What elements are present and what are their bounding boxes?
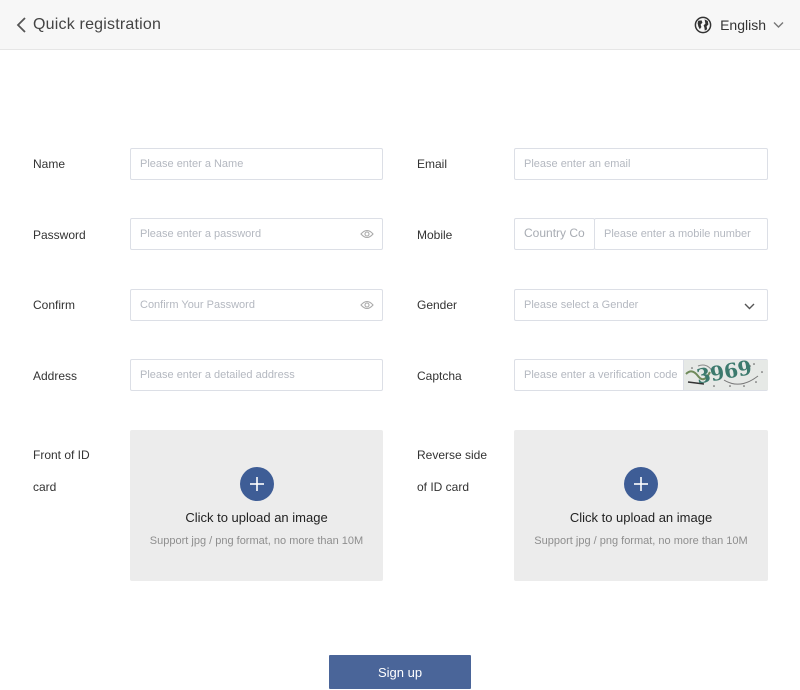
name-label: Name [33, 157, 66, 171]
upload-hint: Support jpg / png format, no more than 1… [534, 535, 748, 547]
language-label: English [720, 17, 766, 33]
upload-text: Click to upload an image [185, 510, 328, 525]
upload-text: Click to upload an image [569, 510, 713, 525]
back-button[interactable]: Quick registration [16, 12, 161, 38]
mobile-label: Mobile [417, 228, 453, 242]
confirm-field-box [130, 289, 383, 321]
id-back-label-line2: of ID card [417, 480, 470, 494]
id-front-label-line2: card [33, 480, 57, 494]
globe-icon [694, 16, 712, 34]
password-input[interactable] [131, 219, 382, 249]
captcha-image[interactable]: 3969 [683, 355, 768, 390]
plus-icon [624, 467, 658, 501]
country-code-input[interactable] [515, 219, 594, 249]
name-input[interactable] [131, 149, 382, 179]
chevron-down-icon [773, 22, 784, 28]
email-field-box [514, 148, 768, 180]
confirm-password-input[interactable] [131, 290, 382, 320]
chevron-down-icon [744, 303, 755, 310]
address-input[interactable] [131, 360, 382, 390]
address-field-box [130, 359, 383, 391]
captcha-field-box: 3969 [514, 355, 768, 391]
captcha-label: Captcha [417, 369, 462, 383]
password-field-box [130, 218, 383, 250]
id-back-label-line1: Reverse side [417, 448, 488, 462]
gender-select[interactable] [514, 289, 768, 321]
mobile-input[interactable] [595, 219, 767, 249]
upload-hint: Support jpg / png format, no more than 1… [149, 535, 364, 547]
id-front-label: Front of ID card [33, 439, 90, 503]
id-front-label-line1: Front of ID [33, 448, 90, 462]
mobile-field-box [594, 218, 768, 250]
name-field-box [130, 148, 383, 180]
id-back-label: Reverse side of ID card [417, 439, 487, 503]
plus-icon [240, 467, 274, 501]
id-back-upload[interactable]: Click to upload an image Support jpg / p… [514, 430, 768, 581]
id-front-upload[interactable]: Click to upload an image Support jpg / p… [130, 430, 383, 581]
eye-icon[interactable] [360, 228, 374, 240]
top-bar: Quick registration English [0, 0, 800, 50]
confirm-label: Confirm [33, 298, 76, 312]
gender-label: Gender [417, 298, 458, 312]
eye-icon[interactable] [360, 299, 374, 311]
address-label: Address [33, 369, 78, 383]
country-code-box [514, 218, 595, 250]
page-title: Quick registration [33, 16, 162, 33]
signup-button[interactable]: Sign up [329, 655, 471, 689]
email-input[interactable] [515, 149, 767, 179]
password-label: Password [33, 228, 86, 242]
gender-select-input[interactable] [515, 290, 767, 320]
language-selector[interactable]: English [694, 12, 784, 38]
chevron-left-icon [16, 17, 26, 33]
email-label: Email [417, 157, 448, 171]
